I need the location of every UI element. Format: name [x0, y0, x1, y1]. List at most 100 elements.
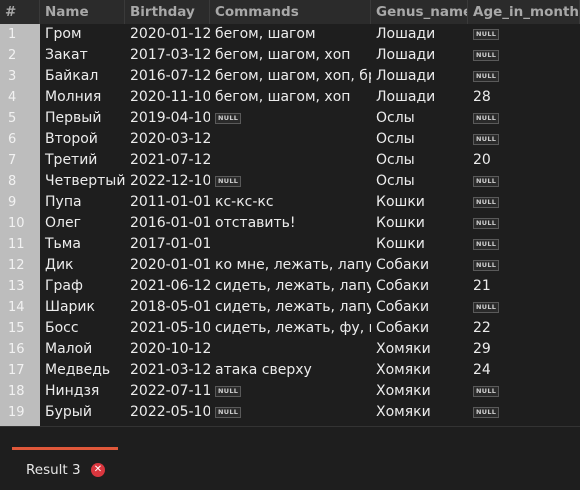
birthday-cell[interactable]: 2022-07-11	[125, 381, 210, 402]
genus-name-cell[interactable]: Собаки	[371, 297, 468, 318]
row-number[interactable]: 7	[0, 150, 40, 171]
row-number[interactable]: 9	[0, 192, 40, 213]
age-in-month-cell[interactable]: NULL	[468, 255, 580, 276]
commands-cell[interactable]	[210, 129, 371, 150]
name-cell[interactable]: Байкал	[40, 66, 125, 87]
row-number[interactable]: 4	[0, 87, 40, 108]
genus-name-cell[interactable]: Ослы	[371, 129, 468, 150]
name-cell[interactable]: Первый	[40, 108, 125, 129]
age-in-month-cell[interactable]: NULL	[468, 171, 580, 192]
birthday-cell[interactable]: 2020-01-12	[125, 24, 210, 45]
genus-name-cell[interactable]: Лошади	[371, 45, 468, 66]
table-row[interactable]: 9 Пупа 2011-01-01 кс-кс-кс Кошки NULL	[0, 192, 580, 213]
commands-cell[interactable]: бегом, шагом, хоп	[210, 87, 371, 108]
birthday-cell[interactable]: 2018-05-01	[125, 297, 210, 318]
table-row[interactable]: 6 Второй 2020-03-12 Ослы NULL	[0, 129, 580, 150]
table-row[interactable]: 14Шарик2018-05-01сидеть, лежать, лапу, г…	[0, 297, 580, 318]
birthday-cell[interactable]: 2021-05-10	[125, 318, 210, 339]
row-number[interactable]: 11	[0, 234, 40, 255]
genus-name-cell[interactable]: Лошади	[371, 87, 468, 108]
table-row[interactable]: 2 Закат 2017-03-12 бегом, шагом, хоп Лошади N…	[0, 45, 580, 66]
row-number[interactable]: 17	[0, 360, 40, 381]
birthday-cell[interactable]: 2019-04-10	[125, 108, 210, 129]
table-row[interactable]: 18 Ниндзя 2022-07-11 NULL Хомяки NULL	[0, 381, 580, 402]
commands-cell[interactable]: сидеть, лежать, лапу	[210, 276, 371, 297]
commands-cell[interactable]: NULL	[210, 381, 371, 402]
genus-name-cell[interactable]: Хомяки	[371, 402, 468, 423]
genus-name-cell[interactable]: Собаки	[371, 276, 468, 297]
birthday-cell[interactable]: 2020-10-12	[125, 339, 210, 360]
name-cell[interactable]: Второй	[40, 129, 125, 150]
table-row[interactable]: 15Босс2021-05-10сидеть, лежать, фу, мест…	[0, 318, 580, 339]
table-row[interactable]: 1 Гром 2020-01-12 бегом, шагом Лошади NULL	[0, 24, 580, 45]
name-cell[interactable]: Тьма	[40, 234, 125, 255]
birthday-cell[interactable]: 2020-03-12	[125, 129, 210, 150]
commands-cell[interactable]	[210, 150, 371, 171]
row-number[interactable]: 10	[0, 213, 40, 234]
commands-cell[interactable]: NULL	[210, 402, 371, 423]
age-in-month-cell[interactable]: NULL	[468, 66, 580, 87]
birthday-cell[interactable]: 2016-07-12	[125, 66, 210, 87]
age-in-month-cell[interactable]: NULL	[468, 129, 580, 150]
table-row[interactable]: 3 Байкал 2016-07-12 бегом, шагом, хоп, брр Л…	[0, 66, 580, 87]
age-in-month-cell[interactable]: NULL	[468, 213, 580, 234]
column-header-birthday[interactable]: Birthday	[125, 0, 210, 24]
commands-cell[interactable]: бегом, шагом, хоп, брр	[210, 66, 371, 87]
name-cell[interactable]: Пупа	[40, 192, 125, 213]
name-cell[interactable]: Граф	[40, 276, 125, 297]
commands-cell[interactable]: сидеть, лежать, лапу, голос	[210, 297, 371, 318]
name-cell[interactable]: Третий	[40, 150, 125, 171]
birthday-cell[interactable]: 2021-03-12	[125, 360, 210, 381]
name-cell[interactable]: Малой	[40, 339, 125, 360]
name-cell[interactable]: Босс	[40, 318, 125, 339]
commands-cell[interactable]	[210, 339, 371, 360]
name-cell[interactable]: Бурый	[40, 402, 125, 423]
commands-cell[interactable]: NULL	[210, 108, 371, 129]
name-cell[interactable]: Закат	[40, 45, 125, 66]
column-header-name[interactable]: Name	[40, 0, 125, 24]
row-number[interactable]: 5	[0, 108, 40, 129]
name-cell[interactable]: Медведь	[40, 360, 125, 381]
commands-cell[interactable]: бегом, шагом	[210, 24, 371, 45]
table-row[interactable]: 7 Третий 2021-07-12 Ослы 20	[0, 150, 580, 171]
commands-cell[interactable]: кс-кс-кс	[210, 192, 371, 213]
column-header-genus-name[interactable]: Genus_name	[371, 0, 468, 24]
genus-name-cell[interactable]: Кошки	[371, 192, 468, 213]
table-row[interactable]: 5 Первый 2019-04-10 NULL Ослы NULL	[0, 108, 580, 129]
row-number[interactable]: 2	[0, 45, 40, 66]
row-number[interactable]: 19	[0, 402, 40, 423]
commands-cell[interactable]	[210, 234, 371, 255]
table-row[interactable]: 16 Малой 2020-10-12 Хомяки 29	[0, 339, 580, 360]
commands-cell[interactable]: сидеть, лежать, фу, место	[210, 318, 371, 339]
age-in-month-cell[interactable]: NULL	[468, 234, 580, 255]
genus-name-cell[interactable]: Собаки	[371, 318, 468, 339]
birthday-cell[interactable]: 2022-05-10	[125, 402, 210, 423]
commands-cell[interactable]: атака сверху	[210, 360, 371, 381]
genus-name-cell[interactable]: Ослы	[371, 150, 468, 171]
row-number[interactable]: 12	[0, 255, 40, 276]
age-in-month-cell[interactable]: NULL	[468, 45, 580, 66]
name-cell[interactable]: Олег	[40, 213, 125, 234]
birthday-cell[interactable]: 2022-12-10	[125, 171, 210, 192]
column-header-index[interactable]: #	[0, 0, 40, 24]
genus-name-cell[interactable]: Кошки	[371, 213, 468, 234]
age-in-month-cell[interactable]: 29	[468, 339, 580, 360]
birthday-cell[interactable]: 2020-01-01	[125, 255, 210, 276]
age-in-month-cell[interactable]: 22	[468, 318, 580, 339]
genus-name-cell[interactable]: Хомяки	[371, 381, 468, 402]
table-row[interactable]: 19 Бурый 2022-05-10 NULL Хомяки NULL	[0, 402, 580, 423]
commands-cell[interactable]: NULL	[210, 171, 371, 192]
birthday-cell[interactable]: 2020-11-10	[125, 87, 210, 108]
birthday-cell[interactable]: 2017-01-01	[125, 234, 210, 255]
birthday-cell[interactable]: 2011-01-01	[125, 192, 210, 213]
genus-name-cell[interactable]: Кошки	[371, 234, 468, 255]
genus-name-cell[interactable]: Хомяки	[371, 339, 468, 360]
table-row[interactable]: 11 Тьма 2017-01-01 Кошки NULL	[0, 234, 580, 255]
age-in-month-cell[interactable]: NULL	[468, 24, 580, 45]
table-row[interactable]: 13 Граф 2021-06-12 сидеть, лежать, лапу Соба…	[0, 276, 580, 297]
age-in-month-cell[interactable]: 20	[468, 150, 580, 171]
table-row[interactable]: 17 Медведь 2021-03-12 атака сверху Хомяки 24	[0, 360, 580, 381]
age-in-month-cell[interactable]: NULL	[468, 192, 580, 213]
genus-name-cell[interactable]: Ослы	[371, 108, 468, 129]
name-cell[interactable]: Четвертый	[40, 171, 125, 192]
